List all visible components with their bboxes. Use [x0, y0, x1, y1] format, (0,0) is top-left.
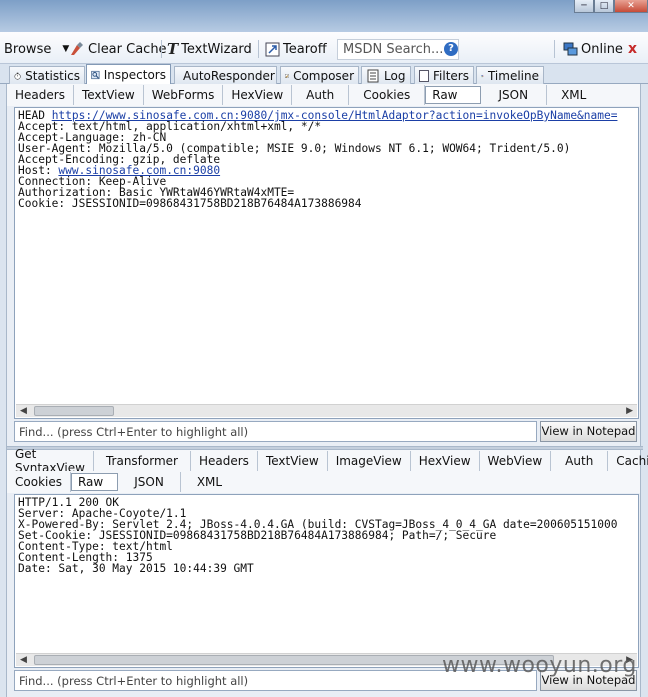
- request-find-input[interactable]: Find... (press Ctrl+Enter to highlight a…: [14, 421, 537, 442]
- msdn-search-input[interactable]: MSDN Search...: [337, 39, 459, 60]
- clear-cache-label: Clear Cache: [88, 41, 167, 57]
- online-indicator[interactable]: Online: [562, 40, 623, 58]
- response-tab-webview[interactable]: WebView: [480, 451, 552, 471]
- tab-log[interactable]: Log: [361, 66, 411, 85]
- toolbar-separator: [554, 40, 555, 58]
- request-view-in-notepad-button[interactable]: View in Notepad: [540, 421, 637, 442]
- tab-timeline[interactable]: Timeline: [476, 66, 544, 85]
- request-raw-text[interactable]: HEAD https://www.sinosafe.com.cn:9080/jm…: [14, 107, 639, 419]
- tearoff-label: Tearoff: [283, 41, 327, 57]
- response-tab-headers[interactable]: Headers: [191, 451, 258, 471]
- tab-label: Inspectors: [103, 68, 166, 82]
- toolbar-separator: [258, 40, 259, 58]
- response-tab-cookies[interactable]: Cookies: [7, 472, 71, 492]
- tab-label: Log: [384, 69, 406, 83]
- request-horizontal-scrollbar[interactable]: ◀ ▶: [16, 404, 637, 417]
- tab-inspectors[interactable]: Inspectors: [86, 64, 171, 85]
- scroll-left-arrow-icon[interactable]: ◀: [20, 405, 27, 417]
- response-code: HTTP/1.1 200 OK Server: Apache-Coyote/1.…: [15, 495, 638, 574]
- request-tab-hexview[interactable]: HexView: [223, 85, 293, 105]
- help-button[interactable]: ?: [444, 40, 458, 58]
- tab-statistics[interactable]: Statistics: [9, 66, 85, 85]
- browse-button[interactable]: Browse ▼: [4, 40, 69, 58]
- request-code: HEAD https://www.sinosafe.com.cn:9080/jm…: [15, 108, 638, 209]
- request-line: Cookie: JSESSIONID=09868431758BD218B7648…: [18, 197, 362, 210]
- maximize-button[interactable]: □: [594, 0, 614, 13]
- scroll-right-arrow-icon[interactable]: ▶: [626, 405, 633, 417]
- request-tab-textview[interactable]: TextView: [74, 85, 144, 105]
- tearoff-icon: [265, 42, 280, 56]
- response-tab-imageview[interactable]: ImageView: [328, 451, 411, 471]
- right-panel-edge: [640, 84, 648, 697]
- tearoff-button[interactable]: Tearoff: [265, 40, 327, 58]
- checkbox-icon[interactable]: [419, 70, 430, 82]
- main-toolbar: Browse ▼ Clear Cache T TextWizard Tearof…: [0, 32, 648, 64]
- response-tab-textview[interactable]: TextView: [258, 451, 328, 471]
- tab-label: Statistics: [25, 69, 80, 83]
- tab-composer[interactable]: Composer: [280, 66, 359, 85]
- timeline-icon: [481, 75, 484, 78]
- close-window-button[interactable]: ✕: [614, 0, 648, 13]
- response-line: Date: Sat, 30 May 2015 10:44:39 GMT: [18, 562, 254, 575]
- response-tab-transformer[interactable]: Transformer: [94, 451, 191, 471]
- scroll-left-arrow-icon[interactable]: ◀: [20, 654, 27, 666]
- response-tab-auth[interactable]: Auth: [551, 451, 609, 471]
- tab-label: Timeline: [487, 69, 539, 83]
- request-tab-webforms[interactable]: WebForms: [144, 85, 224, 105]
- minimize-button[interactable]: ─: [574, 0, 594, 13]
- tab-filters[interactable]: Filters: [414, 66, 474, 85]
- msdn-search-placeholder: MSDN Search...: [343, 42, 444, 57]
- log-icon: [367, 69, 379, 83]
- pencil-icon: [285, 74, 289, 78]
- response-tab-json[interactable]: JSON: [118, 472, 181, 492]
- watermark-text: www.wooyun.org: [442, 653, 637, 678]
- response-tab-xml[interactable]: XML: [181, 472, 238, 492]
- scrollbar-thumb[interactable]: [34, 406, 114, 416]
- request-tab-json[interactable]: JSON: [481, 85, 548, 105]
- toolbar-separator: [161, 40, 162, 58]
- title-bar: ─ □ ✕: [0, 0, 648, 32]
- response-tab-raw[interactable]: Raw: [70, 473, 119, 491]
- request-tab-raw[interactable]: Raw: [425, 86, 481, 104]
- inspectors-icon: [91, 70, 100, 80]
- request-subtabs: Headers TextView WebForms HexView Auth C…: [7, 84, 640, 106]
- tab-autoresponder[interactable]: AutoResponder: [174, 66, 277, 85]
- request-find-bar: Find... (press Ctrl+Enter to highlight a…: [14, 421, 637, 443]
- text-wizard-icon: T: [167, 40, 179, 58]
- clear-cache-icon: [71, 42, 83, 55]
- online-label: Online: [581, 41, 623, 57]
- browse-label: Browse: [4, 41, 52, 57]
- main-tab-strip: Statistics Inspectors AutoResponder Comp…: [0, 64, 648, 85]
- stopwatch-icon: [14, 72, 21, 80]
- tab-label: AutoResponder: [183, 69, 275, 83]
- response-tab-hexview[interactable]: HexView: [411, 451, 480, 471]
- tab-label: Filters: [433, 69, 469, 83]
- text-wizard-label: TextWizard: [181, 41, 252, 57]
- close-toolbar-button[interactable]: x: [628, 40, 637, 58]
- response-subtabs-row2: Cookies Raw JSON XML: [7, 471, 640, 493]
- online-network-icon: [563, 42, 578, 56]
- tab-label: Composer: [293, 69, 354, 83]
- request-tab-headers[interactable]: Headers: [7, 85, 74, 105]
- response-subtabs-row1: Get SyntaxView Transformer Headers TextV…: [7, 447, 648, 475]
- help-icon: ?: [444, 42, 458, 56]
- clear-cache-button[interactable]: Clear Cache: [69, 40, 167, 58]
- response-raw-text[interactable]: HTTP/1.1 200 OK Server: Apache-Coyote/1.…: [14, 494, 639, 668]
- window-controls: ─ □ ✕: [574, 0, 648, 14]
- request-tab-xml[interactable]: XML: [547, 85, 600, 105]
- text-wizard-button[interactable]: T TextWizard: [167, 40, 252, 58]
- close-icon: x: [628, 41, 638, 57]
- request-tab-cookies[interactable]: Cookies: [349, 85, 426, 105]
- left-panel-edge: [0, 84, 7, 697]
- response-tab-caching[interactable]: Caching: [608, 451, 648, 471]
- response-tab-syntaxview[interactable]: Get SyntaxView: [7, 447, 94, 475]
- fiddler-window: ─ □ ✕ Browse ▼ Clear Cache T TextWizard …: [0, 0, 648, 697]
- request-tab-auth[interactable]: Auth: [292, 85, 350, 105]
